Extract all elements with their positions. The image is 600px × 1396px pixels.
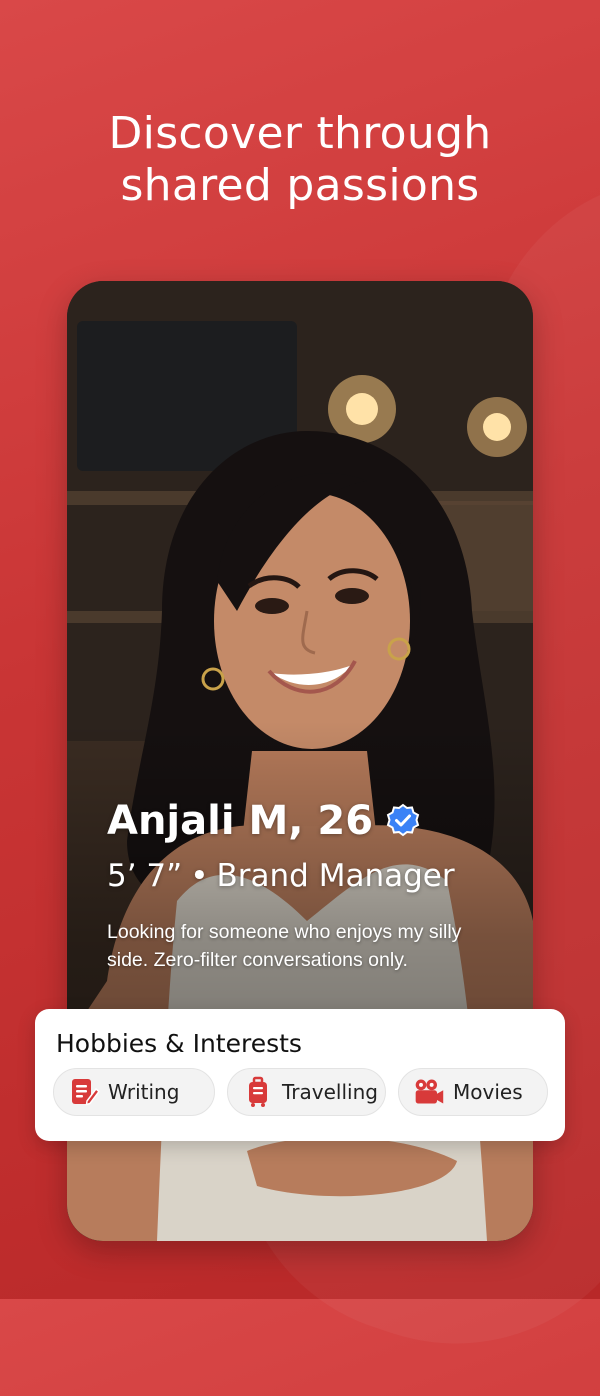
hobbies-card: Hobbies & Interests Writing Travelling M… — [35, 1009, 565, 1141]
hobby-chip-travelling[interactable]: Travelling — [227, 1068, 386, 1116]
profile-job: Brand Manager — [216, 858, 455, 894]
headline-line-2: shared passions — [120, 160, 480, 211]
hobby-label: Movies — [453, 1080, 523, 1104]
verified-badge-icon — [386, 803, 420, 837]
hobbies-title: Hobbies & Interests — [56, 1029, 302, 1058]
headline-line-1: Discover through — [108, 108, 492, 159]
profile-name-row: Anjali M, 26 — [107, 798, 421, 844]
hobby-chip-movies[interactable]: Movies — [398, 1068, 548, 1116]
hobby-label: Travelling — [282, 1080, 378, 1104]
profile-subline: 5’ 7” • Brand Manager — [107, 858, 455, 894]
hobby-chip-writing[interactable]: Writing — [53, 1068, 215, 1116]
profile-height: 5’ 7” — [107, 858, 183, 894]
page-headline: Discover through shared passions — [0, 108, 600, 212]
profile-name-age: Anjali M, 26 — [107, 798, 374, 844]
hobbies-chip-list: Writing Travelling Movies — [53, 1068, 548, 1116]
hobby-label: Writing — [108, 1080, 180, 1104]
luggage-icon — [249, 1076, 267, 1107]
profile-bio: Looking for someone who enjoys my silly … — [107, 921, 462, 971]
movie-camera-icon — [415, 1079, 444, 1104]
writing-icon — [72, 1079, 100, 1106]
separator-dot: • — [190, 858, 209, 894]
